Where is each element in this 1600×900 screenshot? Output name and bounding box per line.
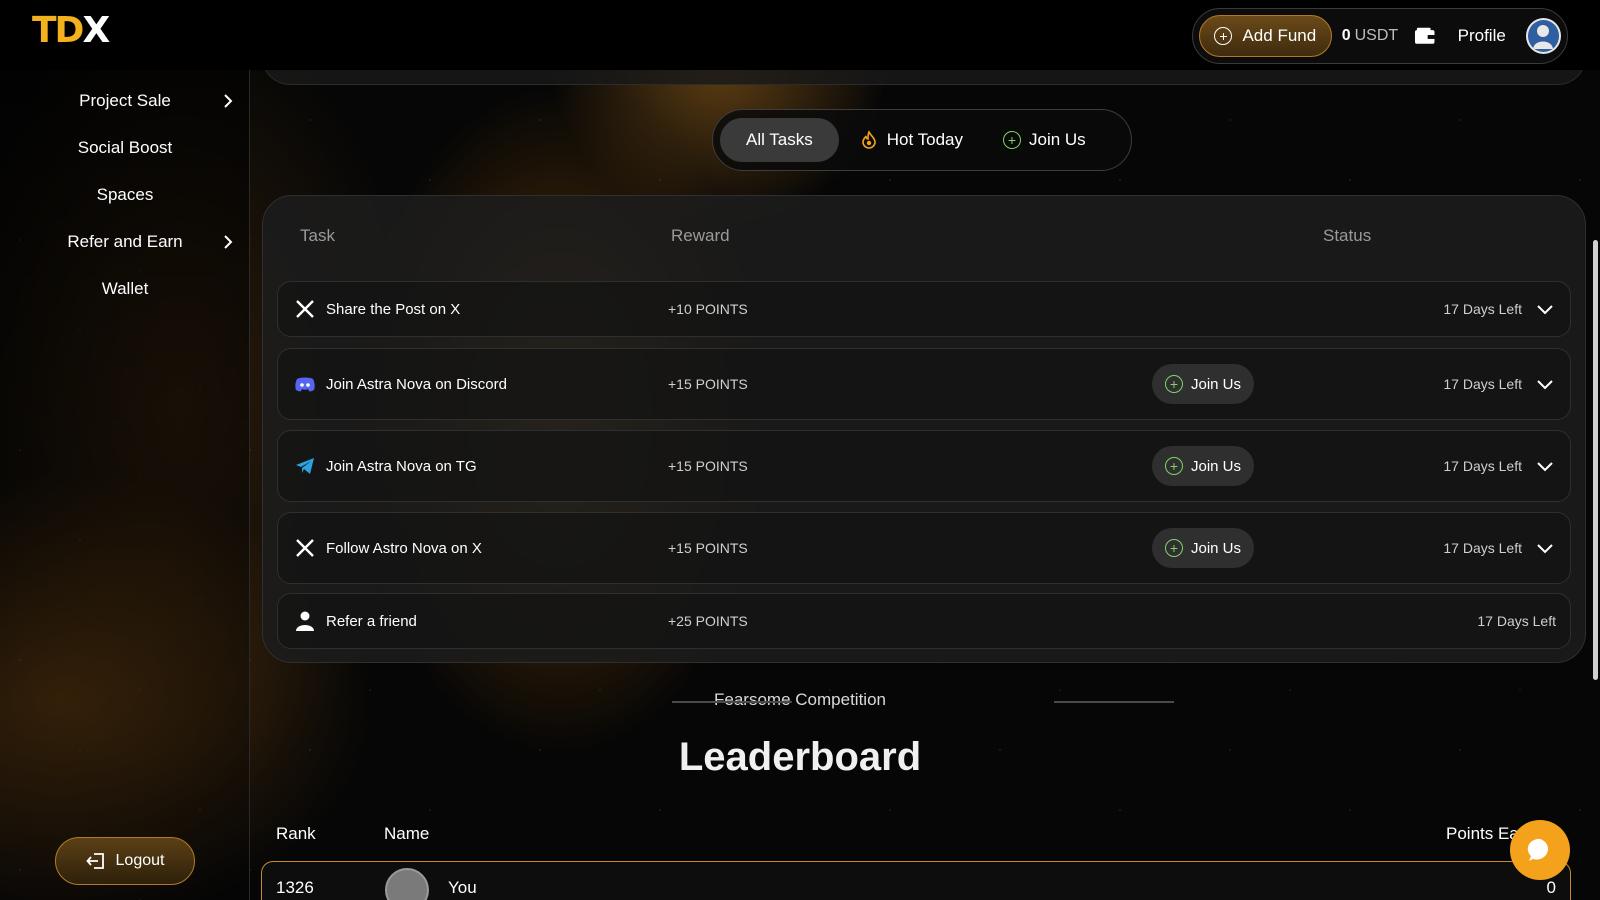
join-us-button[interactable]: + Join Us	[1152, 528, 1254, 568]
tasks-table: Task Reward Status Share the Post on X +…	[262, 195, 1586, 663]
leaderboard-col-rank: Rank	[276, 824, 316, 843]
task-row[interactable]: Join Astra Nova on Discord +15 POINTS + …	[277, 348, 1571, 420]
sidebar-item-wallet[interactable]: Wallet	[0, 271, 250, 307]
plus-circle-icon: +	[1214, 27, 1233, 45]
x-icon	[296, 539, 314, 557]
task-row[interactable]: Share the Post on X +10 POINTS 17 Days L…	[277, 281, 1571, 337]
avatar	[385, 868, 429, 900]
divider-line	[1054, 701, 1174, 703]
task-row[interactable]: Join Astra Nova on TG +15 POINTS + Join …	[277, 430, 1571, 502]
task-filter-tabs: All Tasks Hot Today + Join Us	[712, 109, 1132, 171]
chat-support-button[interactable]	[1510, 820, 1570, 880]
page-scrollbar[interactable]	[1590, 70, 1600, 900]
column-header-reward: Reward	[671, 226, 730, 245]
divider-line	[672, 701, 792, 703]
chat-icon	[1527, 838, 1549, 861]
leaderboard-col-name: Name	[384, 824, 430, 843]
wallet-icon[interactable]	[1414, 27, 1435, 45]
sidebar-item-refer-and-earn[interactable]: Refer and Earn	[0, 224, 250, 260]
logout-button[interactable]: Logout	[55, 837, 195, 885]
x-icon	[296, 300, 314, 318]
column-header-status: Status	[1323, 226, 1372, 245]
join-us-button[interactable]: + Join Us	[1152, 446, 1254, 486]
chevron-right-icon	[224, 235, 233, 249]
task-row[interactable]: Follow Astro Nova on X +15 POINTS + Join…	[277, 512, 1571, 584]
leaderboard-col-points: Points Ea	[1446, 824, 1519, 843]
top-header: TD X + Add Fund 0 USDT Profile	[0, 0, 1600, 70]
sidebar: Project Sale Social Boost Spaces Refer a…	[0, 70, 250, 900]
chevron-down-icon[interactable]	[1536, 379, 1554, 391]
sidebar-item-social-boost[interactable]: Social Boost	[0, 130, 250, 166]
column-header-task: Task	[300, 226, 335, 245]
sidebar-item-project-sale[interactable]: Project Sale	[0, 83, 250, 119]
task-row[interactable]: Refer a friend +25 POINTS 17 Days Left	[277, 593, 1571, 649]
fire-icon	[861, 130, 876, 149]
sidebar-item-spaces[interactable]: Spaces	[0, 177, 250, 213]
add-fund-button[interactable]: + Add Fund	[1199, 15, 1332, 57]
usdt-balance: 0 USDT	[1341, 27, 1399, 44]
profile-link[interactable]: Profile	[1458, 26, 1506, 46]
plus-circle-icon: +	[1003, 131, 1021, 149]
plus-circle-icon: +	[1164, 375, 1183, 393]
logout-icon	[85, 853, 104, 869]
tdx-logo[interactable]: TD X	[32, 10, 110, 51]
scrollbar-thumb[interactable]	[1593, 240, 1598, 680]
chevron-down-icon[interactable]	[1536, 461, 1554, 473]
plus-circle-icon: +	[1164, 457, 1183, 475]
chevron-down-icon[interactable]	[1536, 304, 1554, 316]
tab-join-us[interactable]: + Join Us	[983, 118, 1106, 162]
leaderboard-row-current-user[interactable]: 1326 You 0	[261, 861, 1571, 900]
account-pill: + Add Fund 0 USDT Profile	[1192, 8, 1568, 64]
tab-hot-today[interactable]: Hot Today	[839, 118, 983, 162]
user-icon	[296, 611, 314, 631]
chevron-down-icon[interactable]	[1536, 543, 1554, 555]
telegram-icon	[296, 458, 314, 474]
discord-icon	[295, 377, 315, 392]
join-us-button[interactable]: + Join Us	[1152, 364, 1254, 404]
plus-circle-icon: +	[1164, 539, 1183, 557]
profile-avatar[interactable]	[1525, 18, 1561, 54]
tab-all-tasks[interactable]: All Tasks	[720, 118, 839, 162]
user-silhouette-icon	[1533, 25, 1554, 49]
chevron-right-icon	[224, 94, 233, 108]
